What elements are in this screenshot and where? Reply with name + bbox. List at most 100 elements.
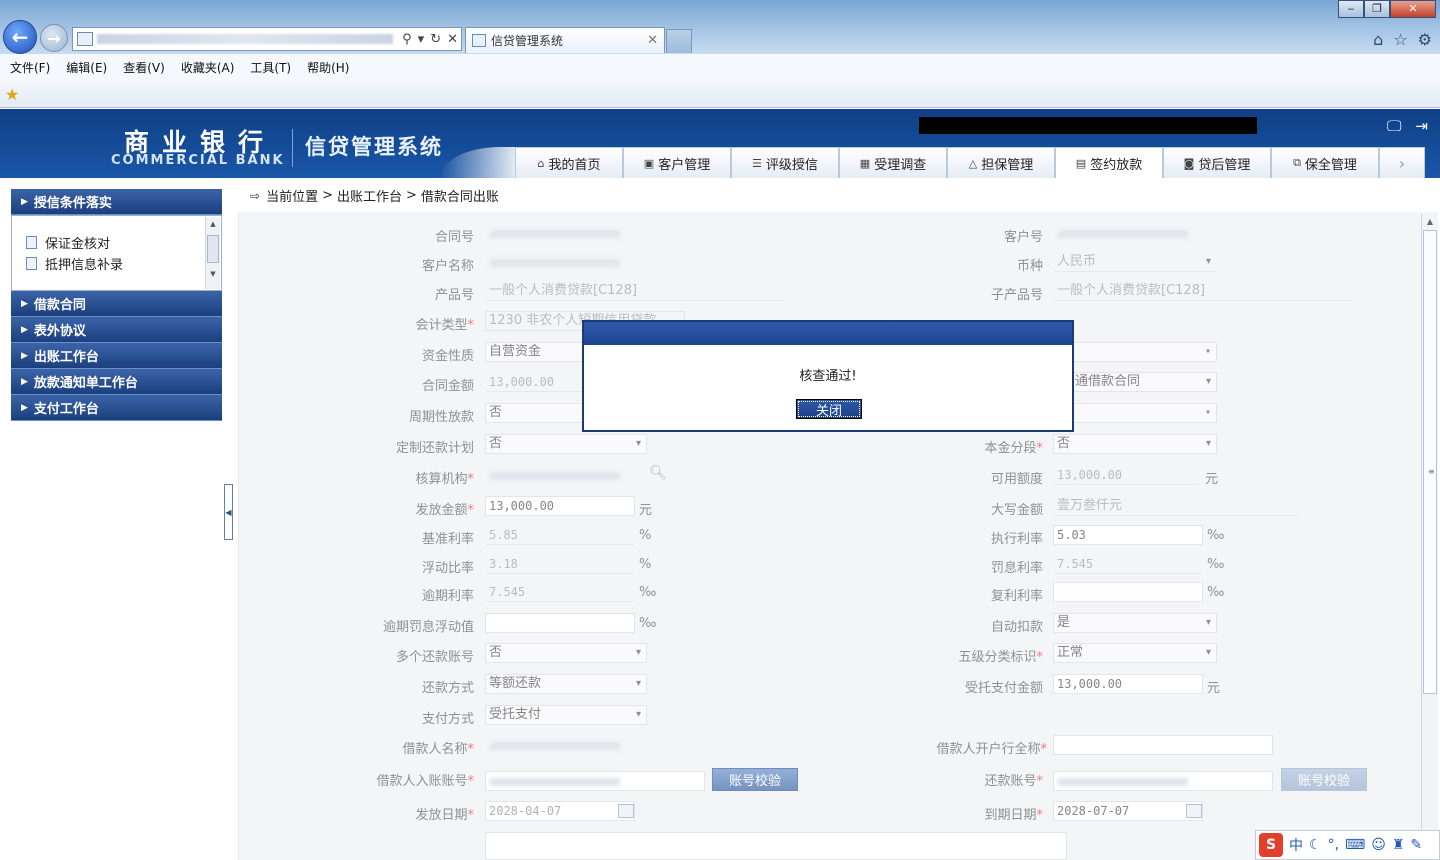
tab-label: 客户管理 [658, 157, 711, 173]
post-loan-icon: ◙ [1183, 156, 1195, 170]
breadcrumb-prefix: 当前位置 [266, 190, 319, 205]
rating-icon: ☰ [752, 156, 762, 170]
home-icon[interactable]: ⌂ [1373, 30, 1383, 49]
browser-menubar: 文件(F) 编辑(E) 查看(V) 收藏夹(A) 工具(T) 帮助(H) [0, 54, 1440, 80]
chevron-left-icon: ◀ [225, 507, 232, 517]
wrench-icon[interactable]: ✎ [1410, 837, 1422, 853]
sidebar-scrollbar[interactable]: ▲ ▼ [205, 217, 220, 289]
forward-button[interactable]: → [40, 24, 68, 52]
compat-view-icon[interactable]: ▾ [415, 32, 428, 47]
minimize-button[interactable]: ‒ [1338, 0, 1364, 18]
back-button[interactable]: ← [3, 20, 37, 54]
sidebar-section-credit-conditions[interactable]: ▶ 授信条件落实 [11, 189, 222, 215]
menu-tools[interactable]: 工具(T) [250, 59, 291, 76]
user-icon[interactable]: ☺ [1371, 837, 1386, 853]
sidebar-panel: 保证金核对 抵押信息补录 ▲ ▼ [11, 215, 222, 291]
menu-help[interactable]: 帮助(H) [307, 59, 349, 76]
menu-favorites[interactable]: 收藏夹(A) [181, 59, 235, 76]
arrow-right-icon: → [47, 28, 61, 48]
dialog-close-button[interactable]: 关闭 [796, 399, 862, 419]
window-controls: ‒ ❐ ✕ [1338, 0, 1436, 18]
sidebar-section-notice[interactable]: ▶ 放款通知单工作台 [11, 369, 222, 395]
scroll-thumb[interactable] [207, 235, 219, 263]
breadcrumb-level2: 借款合同出账 [420, 190, 499, 205]
breadcrumb: ⇨ 当前位置 > 出账工作台 > 借款合同出账 [250, 186, 499, 205]
tab-post-loan[interactable]: ◙ 贷后管理 [1163, 147, 1271, 178]
sidebar-section-offbalance[interactable]: ▶ 表外协议 [11, 317, 222, 343]
refresh-icon[interactable]: ↻ [427, 32, 444, 47]
sidebar: ▶ 授信条件落实 保证金核对 抵押信息补录 ▲ ▼ ▶ 借款合同 ▶ 表外协议 ▶ 出账… [11, 189, 222, 425]
address-bar[interactable]: ⚲ ▾ ↻ ✕ [72, 27, 462, 51]
tab-label: 保全管理 [1304, 157, 1357, 173]
sidebar-section-label: 出账工作台 [33, 350, 99, 365]
home-icon: ⌂ [537, 156, 545, 170]
sidebar-item-deposit-check[interactable]: 保证金核对 [26, 232, 221, 253]
ime-lang[interactable]: 中 [1289, 835, 1303, 855]
browser-tab[interactable]: 信贷管理系统 ✕ [465, 27, 665, 53]
modal-mask [238, 212, 1440, 860]
customer-icon: ▣ [643, 156, 655, 170]
browser-tab-title: 信贷管理系统 [491, 34, 564, 48]
tab-label: 评级授信 [765, 157, 818, 173]
punct-icon[interactable]: °, [1328, 837, 1339, 853]
sidebar-section-loan-contract[interactable]: ▶ 借款合同 [11, 291, 222, 317]
scroll-up-icon[interactable]: ▲ [1422, 214, 1438, 230]
sidebar-collapse-handle[interactable]: ◀ [224, 484, 233, 540]
scroll-up-icon[interactable]: ▲ [206, 217, 220, 231]
triangle-right-icon: ▶ [21, 376, 28, 387]
contract-icon: ▤ [1075, 156, 1087, 170]
moon-icon[interactable]: ☾ [1309, 837, 1322, 853]
browser-chrome: ← → ⚲ ▾ ↻ ✕ 信贷管理系统 ✕ ⌂ ☆ ⚙ ‒ ❐ ✕ [0, 0, 1440, 54]
gear-icon[interactable]: ⚙ [1418, 30, 1432, 49]
dialog-titlebar[interactable] [584, 322, 1072, 345]
triangle-right-icon: ▶ [21, 196, 28, 207]
tab-customer[interactable]: ▣ 客户管理 [623, 147, 731, 178]
sidebar-item-label: 保证金核对 [45, 237, 111, 252]
triangle-right-icon: ▶ [21, 298, 28, 309]
logout-icon[interactable]: ⇥ [1415, 117, 1428, 135]
menu-edit[interactable]: 编辑(E) [66, 59, 107, 76]
tab-label: 受理调查 [874, 157, 927, 173]
keyboard-icon[interactable]: ⌨ [1345, 837, 1365, 853]
tab-favicon-icon [472, 34, 486, 47]
menu-view[interactable]: 查看(V) [123, 59, 165, 76]
search-icon[interactable]: ⚲ [399, 32, 415, 47]
main-scrollbar[interactable]: ▲ ≡ [1421, 214, 1438, 860]
tab-scroll-right-icon[interactable]: › [1379, 147, 1425, 178]
menu-file[interactable]: 文件(F) [10, 59, 50, 76]
stop-icon[interactable]: ✕ [444, 32, 461, 47]
tab-contract[interactable]: ▤ 签约放款 [1055, 147, 1163, 178]
shirt-icon[interactable]: ♜ [1392, 837, 1405, 853]
tab-home[interactable]: ⌂ 我的首页 [515, 147, 623, 178]
sogou-logo-icon[interactable]: S [1259, 833, 1283, 857]
preservation-icon: ⧉ [1293, 156, 1301, 169]
star-icon[interactable]: ☆ [1393, 30, 1407, 49]
tab-survey[interactable]: ▦ 受理调查 [839, 147, 947, 178]
tab-label: 担保管理 [981, 157, 1034, 173]
sidebar-section-disbursement[interactable]: ▶ 出账工作台 [11, 343, 222, 369]
tab-rating[interactable]: ☰ 评级授信 [731, 147, 839, 178]
scroll-down-icon[interactable]: ▼ [206, 267, 220, 281]
sidebar-item-mortgage-supplement[interactable]: 抵押信息补录 [26, 253, 221, 274]
window-close-button[interactable]: ✕ [1390, 0, 1436, 18]
sidebar-section-payment[interactable]: ▶ 支付工作台 [11, 395, 222, 421]
bank-logo-en: COMMERCIAL BANK [111, 153, 285, 168]
triangle-right-icon: ▶ [21, 324, 28, 335]
sidebar-section-label: 借款合同 [33, 298, 86, 313]
scroll-thumb[interactable]: ≡ [1423, 230, 1437, 694]
breadcrumb-level1[interactable]: 出账工作台 [337, 186, 402, 205]
maximize-button[interactable]: ❐ [1364, 0, 1390, 18]
tab-label: 我的首页 [548, 157, 601, 173]
favorites-bar: ★ [0, 80, 1440, 108]
tab-label: 贷后管理 [1198, 157, 1251, 173]
add-favorite-star-icon[interactable]: ★ [5, 85, 19, 104]
user-info-redacted [919, 117, 1257, 134]
new-tab-button[interactable] [666, 29, 692, 53]
system-title: 信贷管理系统 [305, 135, 443, 159]
header-icons: 🖵 ⇥ [1387, 117, 1428, 135]
monitor-icon[interactable]: 🖵 [1387, 117, 1401, 135]
tab-guarantee[interactable]: △ 担保管理 [947, 147, 1055, 178]
tab-preservation[interactable]: ⧉ 保全管理 [1271, 147, 1379, 178]
breadcrumb-sep: > [406, 188, 417, 203]
tab-close-icon[interactable]: ✕ [647, 33, 658, 48]
